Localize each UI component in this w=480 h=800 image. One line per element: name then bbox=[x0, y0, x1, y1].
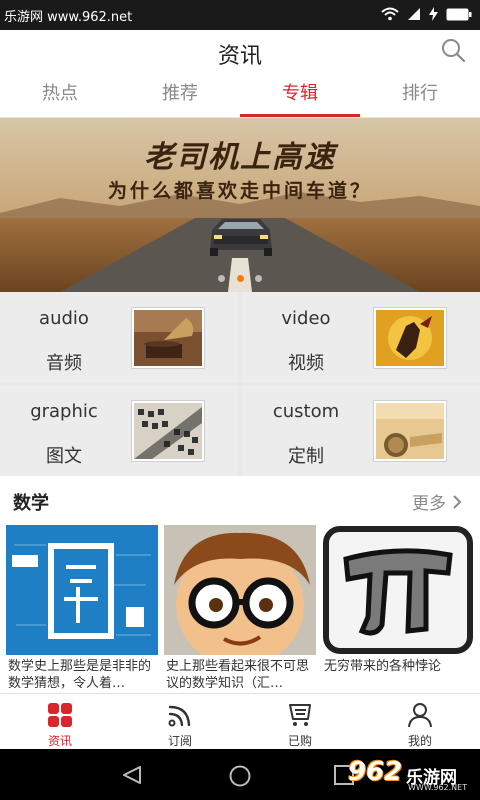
cartoon-glasses-image bbox=[164, 525, 316, 655]
category-tabs: 热点 推荐 专辑 排行 bbox=[0, 74, 480, 118]
carousel-dot-active[interactable] bbox=[236, 275, 244, 282]
category-en-label: custom bbox=[272, 401, 340, 422]
article-card[interactable]: 数学史上那些是是非非的数学猜想，令人着… bbox=[6, 525, 158, 693]
nav-subscribe[interactable]: 订阅 bbox=[120, 694, 240, 749]
category-video[interactable]: video 视频 bbox=[242, 292, 480, 383]
carousel-dot[interactable] bbox=[218, 275, 226, 282]
section-header: 数学 更多 bbox=[0, 480, 480, 520]
nav-purchased[interactable]: 已购 bbox=[240, 694, 360, 749]
tab-ranking[interactable]: 排行 bbox=[360, 74, 480, 117]
signal-icon bbox=[408, 8, 420, 20]
category-custom[interactable]: custom 定制 bbox=[242, 385, 480, 476]
battery-icon bbox=[446, 8, 472, 20]
app-header: 资讯 bbox=[0, 30, 480, 74]
nav-label: 我的 bbox=[407, 734, 432, 748]
nav-profile[interactable]: 我的 bbox=[360, 694, 480, 749]
category-en-label: graphic bbox=[30, 401, 98, 422]
article-caption: 史上那些看起来很不可思议的数学知识（汇… bbox=[166, 659, 310, 691]
watermark-url: WWW.962.NET bbox=[408, 783, 468, 792]
gramophone-image bbox=[132, 308, 204, 368]
person-icon bbox=[408, 703, 432, 728]
search-icon bbox=[442, 39, 466, 63]
wifi-icon bbox=[381, 7, 399, 21]
carousel-dot[interactable] bbox=[254, 275, 262, 282]
promo-banner[interactable]: 老司机上高速 为什么都喜欢走中间车道？ bbox=[0, 118, 480, 292]
category-graphic[interactable]: graphic 图文 bbox=[0, 385, 238, 476]
category-zh-label: 音频 bbox=[46, 353, 82, 374]
category-grid: audio 音频 video 视频 graphic 图文 custom 定制 bbox=[0, 292, 480, 476]
category-zh-label: 图文 bbox=[46, 446, 82, 467]
article-card[interactable]: 史上那些看起来很不可思议的数学知识（汇… bbox=[164, 525, 316, 693]
carousel-dots bbox=[0, 267, 480, 286]
math-chalkboard-image bbox=[6, 525, 158, 655]
rss-icon bbox=[168, 705, 191, 727]
tab-hot[interactable]: 热点 bbox=[0, 74, 120, 117]
watermark-number: 962 bbox=[348, 757, 403, 787]
article-caption: 无穷带来的各种悖论 bbox=[324, 659, 442, 674]
more-link[interactable]: 更多 bbox=[412, 489, 462, 514]
nav-label: 已购 bbox=[287, 734, 312, 748]
article-cards: 数学史上那些是是非非的数学猜想，令人着… 史上那些看起来很不可思议的数学知识（汇… bbox=[0, 525, 480, 693]
watermark-text: 乐游网 www.962.net bbox=[4, 10, 133, 25]
article-caption: 数学史上那些是是非非的数学猜想，令人着… bbox=[8, 659, 152, 691]
category-zh-label: 视频 bbox=[288, 353, 324, 374]
category-zh-label: 定制 bbox=[288, 446, 324, 467]
nav-label: 订阅 bbox=[167, 734, 192, 748]
grid-icon bbox=[48, 703, 72, 727]
status-bar: 乐游网 www.962.net bbox=[0, 0, 480, 30]
charging-icon bbox=[429, 7, 438, 21]
bottom-navigation: 资讯 订阅 已购 我的 bbox=[0, 693, 480, 749]
category-en-label: audio bbox=[39, 308, 89, 329]
watermark-logo: 962 乐游网 WWW.962.NET bbox=[344, 757, 474, 793]
shadow-puppet-image bbox=[374, 308, 446, 368]
tab-albums[interactable]: 专辑 bbox=[240, 74, 360, 117]
pi-symbol-image bbox=[322, 525, 474, 655]
search-button[interactable] bbox=[438, 36, 468, 66]
banner-subline: 为什么都喜欢走中间车道？ bbox=[107, 180, 372, 202]
nav-label: 资讯 bbox=[47, 734, 72, 748]
more-label: 更多 bbox=[412, 494, 446, 514]
banner-headline: 老司机上高速 bbox=[144, 140, 336, 175]
category-en-label: video bbox=[281, 308, 331, 329]
system-navigation-bar: 962 乐游网 WWW.962.NET bbox=[0, 749, 480, 800]
vintage-paper-image bbox=[374, 401, 446, 461]
section-title: 数学 bbox=[13, 493, 49, 514]
tab-recommended[interactable]: 推荐 bbox=[120, 74, 240, 117]
page-title: 资讯 bbox=[217, 44, 262, 69]
nav-news[interactable]: 资讯 bbox=[0, 694, 120, 749]
back-icon[interactable] bbox=[120, 765, 144, 785]
typography-image bbox=[132, 401, 204, 461]
status-icons bbox=[381, 7, 472, 21]
chevron-right-icon bbox=[453, 494, 462, 509]
category-audio[interactable]: audio 音频 bbox=[0, 292, 238, 383]
home-icon[interactable] bbox=[228, 765, 252, 787]
article-card[interactable]: 无穷带来的各种悖论 bbox=[322, 525, 474, 693]
cart-icon bbox=[289, 704, 311, 726]
